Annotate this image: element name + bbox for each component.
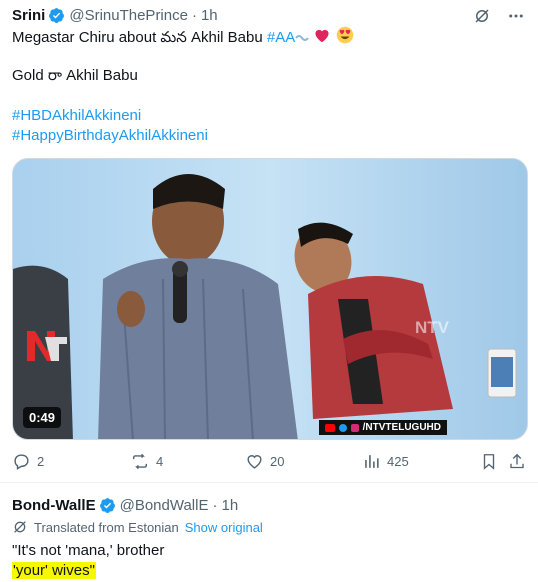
separator-dot: · xyxy=(191,6,197,24)
reply-text-line1: "It's not 'mana,' brother xyxy=(12,542,165,559)
show-original-link[interactable]: Show original xyxy=(185,520,263,535)
red-heart-icon xyxy=(313,27,331,49)
heart-icon xyxy=(247,455,262,469)
reply-tweet-header: Bond-WallE @BondWallE · 1h xyxy=(12,495,238,515)
timestamp[interactable]: 1h xyxy=(201,7,218,24)
video-player[interactable]: NTV 0:49 /NTVTELUGUHD xyxy=(12,158,528,440)
channel-handle: /NTVTELUGUHD xyxy=(362,422,441,433)
reply-text-line2: 'your' wives" xyxy=(12,561,96,581)
highlighted-text: 'your' wives" xyxy=(12,562,96,579)
repost-icon xyxy=(132,453,148,470)
tweet-header: Srini @SrinuThePrince · 1h xyxy=(12,5,218,25)
channel-watermark: /NTVTELUGUHD xyxy=(318,420,447,435)
reply-button[interactable]: 2 xyxy=(12,452,44,471)
tweet-srini[interactable]: Srini @SrinuThePrince · 1h Megastar Chir… xyxy=(0,0,538,483)
hashtag-hbd[interactable]: #HBDAkhilAkkineni xyxy=(12,106,141,126)
author-name[interactable]: Srini xyxy=(12,7,45,24)
share-icon xyxy=(510,453,524,469)
water-wave-icon xyxy=(295,28,310,48)
bookmark-icon xyxy=(483,454,495,470)
instagram-icon xyxy=(350,423,359,432)
like-count: 20 xyxy=(270,454,285,469)
bookmark-button[interactable] xyxy=(480,452,498,471)
ntv-watermark-logo: NTV xyxy=(415,318,450,337)
top-right-actions xyxy=(472,6,526,26)
tweet-text-line1: Megastar Chiru about మన Akhil Babu #AA xyxy=(12,26,354,50)
share-button[interactable] xyxy=(508,452,526,471)
author-handle[interactable]: @SrinuThePrince xyxy=(69,7,188,24)
like-button[interactable]: 20 xyxy=(245,452,284,471)
twitter-icon xyxy=(338,423,347,432)
translation-notice: Translated from Estonian Show original xyxy=(12,519,263,535)
views-button[interactable]: 425 xyxy=(362,452,409,471)
view-count: 425 xyxy=(387,454,409,469)
youtube-icon xyxy=(324,423,335,432)
separator-dot: · xyxy=(212,496,218,514)
views-chart-icon xyxy=(365,455,379,468)
heart-eyes-emoji-icon xyxy=(336,26,354,50)
timestamp[interactable]: 1h xyxy=(221,497,238,514)
reply-icon xyxy=(14,454,29,470)
verified-badge-icon xyxy=(99,497,115,513)
author-name[interactable]: Bond-WallE xyxy=(12,497,96,514)
grok-icon[interactable] xyxy=(472,6,492,26)
hashtag-happy-birthday[interactable]: #HappyBirthdayAkhilAkkineni xyxy=(12,126,208,146)
more-options-icon[interactable] xyxy=(506,6,526,26)
repost-button[interactable]: 4 xyxy=(130,452,163,471)
reply-count: 2 xyxy=(37,454,45,469)
author-handle[interactable]: @BondWallE xyxy=(120,497,209,514)
grok-translate-icon xyxy=(14,521,26,533)
tweet-text-intro: Megastar Chiru about మన Akhil Babu xyxy=(12,28,263,46)
verified-badge-icon xyxy=(49,7,65,23)
translated-label: Translated from Estonian xyxy=(34,519,179,535)
video-duration: 0:49 xyxy=(23,407,62,428)
repost-count: 4 xyxy=(156,454,164,469)
hashtag-aa[interactable]: #AA xyxy=(267,29,295,46)
tweet-text-line2: Gold రా Akhil Babu xyxy=(12,67,138,84)
tweet-action-bar: 2 4 20 425 xyxy=(12,452,528,474)
video-frame: NTV xyxy=(13,159,527,439)
